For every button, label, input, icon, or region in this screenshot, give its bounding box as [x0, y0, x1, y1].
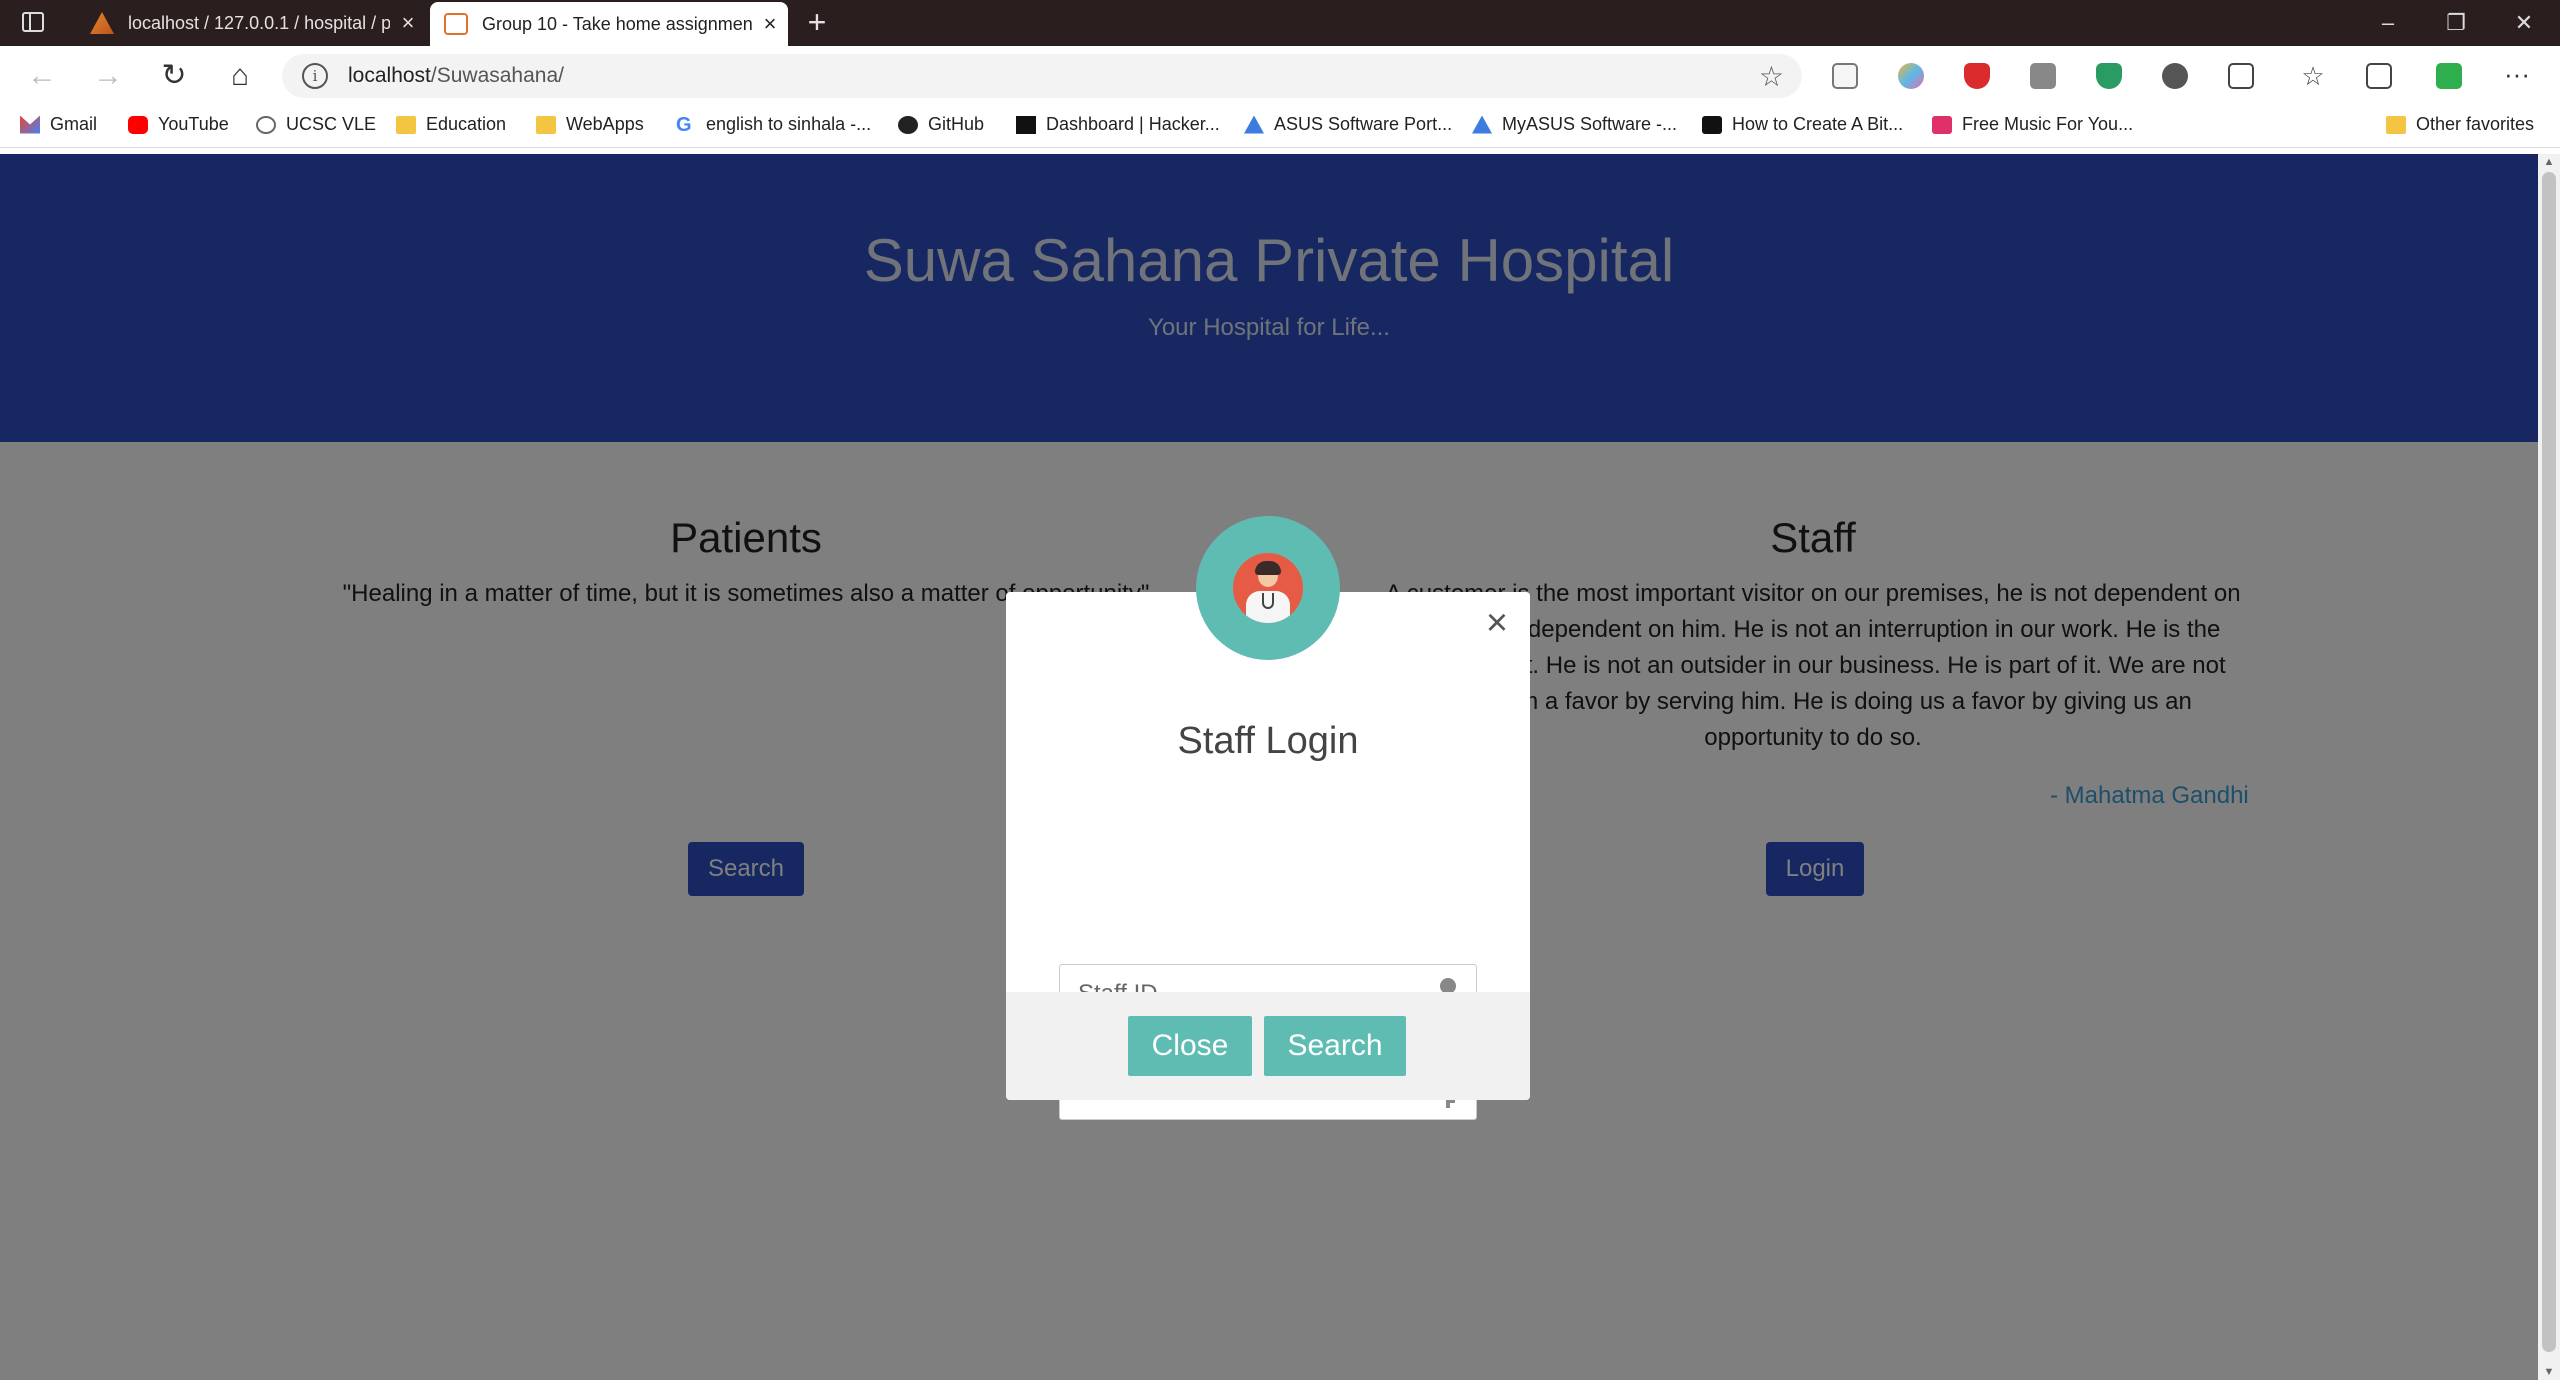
bookmark-education[interactable]: Education [396, 114, 506, 135]
ucsc-icon [256, 115, 276, 134]
folder-icon [536, 115, 556, 134]
minimize-icon[interactable]: – [2358, 6, 2418, 40]
url-text[interactable]: localhost/Suwasahana/ [348, 64, 564, 88]
close-button[interactable]: Close [1128, 1016, 1252, 1076]
bookmark-medium[interactable]: How to Create A Bit... [1702, 114, 1903, 135]
doctor-avatar-icon [1196, 516, 1340, 660]
site-info-icon[interactable]: i [302, 63, 328, 89]
bookmark-label: Education [426, 114, 507, 134]
music-icon [1932, 115, 1952, 134]
bookmark-label: Free Music For You... [1962, 114, 2134, 134]
home-icon[interactable]: ⌂ [220, 58, 260, 94]
bookmark-label: How to Create A Bit... [1732, 114, 1904, 134]
page-scrollbar[interactable]: ▲ ▼ [2538, 154, 2560, 1380]
bookmark-webapps[interactable]: WebApps [536, 114, 644, 135]
github-icon [898, 115, 918, 134]
tab-title: Group 10 - Take home assignment [482, 13, 752, 34]
gmail-icon [20, 115, 40, 134]
web-page: Suwa Sahana Private Hospital Your Hospit… [0, 154, 2538, 1380]
bookmark-label: YouTube [158, 114, 229, 134]
tab-group10[interactable]: Group 10 - Take home assignment × [430, 2, 788, 46]
tab-title: localhost / 127.0.0.1 / hospital / p [128, 12, 390, 33]
search-button[interactable]: Search [1264, 1016, 1406, 1076]
refresh-icon[interactable]: ↻ [154, 58, 194, 94]
staff-login-modal: × Staff Login Close Search [1006, 592, 1530, 1120]
forward-icon[interactable]: → [88, 58, 128, 94]
browser-titlebar: localhost / 127.0.0.1 / hospital / p × G… [0, 0, 2560, 46]
bookmark-english-sinhala[interactable]: Genglish to sinhala -... [676, 114, 871, 135]
bookmark-gmail[interactable]: Gmail [20, 114, 97, 135]
camera-icon[interactable] [2030, 63, 2056, 89]
back-icon[interactable]: ← [22, 58, 62, 94]
new-tab-button[interactable]: + [800, 6, 834, 40]
bookmark-label: GitHub [928, 114, 985, 134]
close-tab-icon[interactable]: × [752, 11, 788, 37]
xampp-icon [444, 13, 468, 35]
medium-icon [1702, 115, 1722, 134]
url-path: /Suwasahana/ [430, 64, 564, 87]
extension-colorful-icon[interactable] [1898, 63, 1924, 89]
sidebar-toggle-icon[interactable] [22, 12, 44, 32]
bookmark-ucsc-vle[interactable]: UCSC VLE [256, 114, 376, 135]
address-toolbar: ← → ↻ ⌂ i localhost/Suwasahana/ ☆ ☆ ··· [0, 46, 2560, 106]
url-bar[interactable]: i localhost/Suwasahana/ ☆ [282, 54, 1802, 98]
youtube-icon [128, 115, 148, 134]
more-menu-icon[interactable]: ··· [2504, 61, 2530, 89]
bookmark-label: Other favorites [2416, 114, 2535, 134]
collections-icon[interactable] [2366, 63, 2392, 89]
bookmark-label: Dashboard | Hacker... [1046, 114, 1220, 134]
bookmark-free-music[interactable]: Free Music For You... [1932, 114, 2133, 135]
google-icon: G [676, 113, 692, 136]
bookmark-github[interactable]: GitHub [898, 114, 984, 135]
modal-footer: Close Search [1006, 992, 1530, 1100]
asus-icon [1472, 115, 1492, 134]
hackerrank-icon [1016, 115, 1036, 134]
scroll-up-icon[interactable]: ▲ [2538, 154, 2560, 170]
bookmark-label: MyASUS Software -... [1502, 114, 1678, 134]
bookmark-label: english to sinhala -... [706, 114, 872, 134]
bookmark-label: UCSC VLE [286, 114, 377, 134]
bookmark-label: WebApps [566, 114, 644, 134]
scrollbar-thumb[interactable] [2542, 172, 2556, 1352]
url-host: localhost [348, 64, 431, 87]
bookmark-label: ASUS Software Port... [1274, 114, 1453, 134]
asus-icon [1244, 115, 1264, 134]
gear-icon[interactable] [2162, 63, 2188, 89]
modal-title: Staff Login [1177, 720, 1359, 762]
shield-icon[interactable] [2096, 63, 2122, 89]
bookmark-youtube[interactable]: YouTube [128, 114, 229, 135]
adblock-icon[interactable] [1964, 63, 1990, 89]
bookmarks-bar: Gmail YouTube UCSC VLE Education WebApps… [0, 106, 2560, 148]
tab-phpmyadmin[interactable]: localhost / 127.0.0.1 / hospital / p × [76, 0, 426, 46]
scroll-down-icon[interactable]: ▼ [2538, 1364, 2560, 1380]
add-favorite-icon[interactable]: ☆ [1759, 60, 1784, 93]
bookmark-hackerrank[interactable]: Dashboard | Hacker... [1016, 114, 1220, 135]
phpmyadmin-icon [90, 12, 114, 34]
folder-icon [396, 115, 416, 134]
bookmark-other-favorites[interactable]: Other favorites [2386, 114, 2534, 135]
close-tab-icon[interactable]: × [390, 10, 426, 36]
restore-icon[interactable]: ❐ [2426, 6, 2486, 40]
extension-green-icon[interactable] [2436, 63, 2462, 89]
close-icon[interactable]: × [1480, 604, 1514, 642]
bookmark-myasus[interactable]: MyASUS Software -... [1472, 114, 1677, 135]
folder-icon [2386, 115, 2406, 134]
extensions-icon[interactable] [2228, 63, 2254, 89]
window-close-icon[interactable]: ✕ [2494, 6, 2554, 40]
favorites-icon[interactable]: ☆ [2300, 63, 2326, 89]
reading-view-icon[interactable] [1832, 63, 1858, 89]
bookmark-label: Gmail [50, 114, 98, 134]
bookmark-asus-portal[interactable]: ASUS Software Port... [1244, 114, 1452, 135]
